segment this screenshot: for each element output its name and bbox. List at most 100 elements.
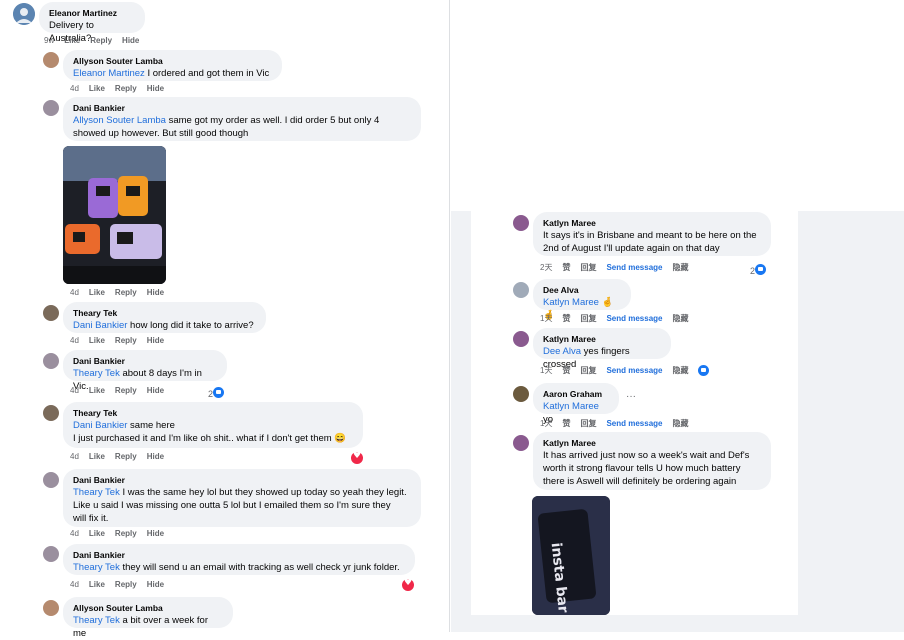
avatar[interactable]: [513, 435, 529, 451]
like-button[interactable]: 赞: [562, 366, 570, 375]
like-button[interactable]: Like: [89, 580, 105, 589]
hide-button[interactable]: Hide: [147, 452, 164, 461]
reply-button[interactable]: Reply: [115, 288, 137, 297]
comment-time[interactable]: 1天: [540, 419, 552, 428]
reaction-count[interactable]: 2: [208, 384, 225, 402]
hide-button[interactable]: Hide: [147, 336, 164, 345]
love-reaction[interactable]: [402, 578, 414, 596]
reply-button[interactable]: 回复: [580, 263, 596, 272]
comment-author[interactable]: Dani Bankier: [73, 355, 217, 367]
reply-button[interactable]: Reply: [115, 336, 137, 345]
comment-time[interactable]: 4d: [70, 580, 79, 589]
comment-mention[interactable]: Dani Bankier: [73, 320, 127, 331]
avatar[interactable]: [513, 215, 529, 231]
reply-button[interactable]: 回复: [580, 419, 596, 428]
comment-mention[interactable]: Katlyn Maree: [543, 401, 599, 412]
hide-button[interactable]: Hide: [147, 580, 164, 589]
hide-button[interactable]: 隐藏: [672, 419, 688, 428]
comment-mention[interactable]: Allyson Souter Lamba: [73, 115, 166, 126]
avatar[interactable]: [513, 331, 529, 347]
reply-button[interactable]: Reply: [115, 84, 137, 93]
comment-mention[interactable]: Dani Bankier: [73, 420, 127, 431]
comment-time[interactable]: 4d: [70, 529, 79, 538]
reply-button[interactable]: Reply: [115, 580, 137, 589]
comment-time[interactable]: 2天: [540, 263, 552, 272]
like-button[interactable]: Like: [89, 452, 105, 461]
hide-button[interactable]: 隐藏: [672, 366, 688, 375]
avatar[interactable]: [13, 3, 35, 25]
send-message-button[interactable]: Send message: [606, 263, 662, 272]
send-message-button[interactable]: Send message: [606, 366, 662, 375]
avatar[interactable]: [43, 600, 59, 616]
like-button[interactable]: 赞: [562, 263, 570, 272]
reply-button[interactable]: Reply: [115, 386, 137, 395]
hide-button[interactable]: Hide: [122, 36, 139, 45]
hide-button[interactable]: Hide: [147, 84, 164, 93]
love-reaction[interactable]: [351, 451, 363, 469]
like-button[interactable]: Like: [89, 336, 105, 345]
comment-author[interactable]: Dee Alva: [543, 284, 621, 296]
comment-time[interactable]: 1天: [540, 366, 552, 375]
reply-button[interactable]: 回复: [580, 314, 596, 323]
comment-mention[interactable]: Dee Alva: [543, 346, 581, 357]
send-message-button[interactable]: Send message: [606, 419, 662, 428]
more-options-icon[interactable]: ···: [626, 391, 636, 402]
avatar[interactable]: [513, 282, 529, 298]
comment-author[interactable]: Dani Bankier: [73, 549, 405, 561]
like-button[interactable]: Like: [64, 36, 80, 45]
comment-time[interactable]: 4d: [70, 386, 79, 395]
comment-author[interactable]: Dani Bankier: [73, 474, 411, 486]
avatar[interactable]: [43, 305, 59, 321]
comment-author[interactable]: Allyson Souter Lamba: [73, 602, 223, 614]
comment-time[interactable]: 1天: [540, 314, 552, 323]
comment-mention[interactable]: Theary Tek: [73, 615, 120, 626]
comment-time[interactable]: 4d: [70, 84, 79, 93]
avatar[interactable]: [513, 386, 529, 402]
hide-button[interactable]: Hide: [147, 288, 164, 297]
avatar[interactable]: [43, 353, 59, 369]
comment-photo[interactable]: [63, 146, 166, 284]
hide-button[interactable]: 隐藏: [672, 263, 688, 272]
like-button[interactable]: 赞: [562, 314, 570, 323]
like-button[interactable]: Like: [89, 386, 105, 395]
reply-button[interactable]: Reply: [115, 529, 137, 538]
like-reaction-icon[interactable]: [698, 365, 710, 377]
comment-time[interactable]: 4d: [70, 336, 79, 345]
like-button[interactable]: Like: [89, 288, 105, 297]
reply-button[interactable]: Reply: [115, 452, 137, 461]
reply-button[interactable]: Reply: [90, 36, 112, 45]
like-button[interactable]: 赞: [562, 419, 570, 428]
comment-author[interactable]: Eleanor Martinez: [49, 7, 135, 19]
avatar[interactable]: [43, 546, 59, 562]
send-message-button[interactable]: Send message: [606, 314, 662, 323]
comment-author[interactable]: Katlyn Maree: [543, 217, 761, 229]
avatar[interactable]: [43, 100, 59, 116]
comment-time[interactable]: 9w: [44, 36, 54, 45]
like-button[interactable]: Like: [89, 529, 105, 538]
comment-mention[interactable]: Katlyn Maree: [543, 297, 599, 308]
comment-author[interactable]: Theary Tek: [73, 307, 256, 319]
comment-author[interactable]: Dani Bankier: [73, 102, 411, 114]
hide-button[interactable]: Hide: [147, 529, 164, 538]
comment-mention[interactable]: Theary Tek: [73, 562, 120, 573]
comment-bubble: Dani Bankier Theary Tek they will send u…: [63, 544, 415, 575]
reply-button[interactable]: 回复: [580, 366, 596, 375]
hide-button[interactable]: 隐藏: [672, 314, 688, 323]
hide-button[interactable]: Hide: [147, 386, 164, 395]
like-button[interactable]: Like: [89, 84, 105, 93]
avatar[interactable]: [43, 52, 59, 68]
comment-author[interactable]: Katlyn Maree: [543, 333, 661, 345]
comment-mention[interactable]: Eleanor Martinez: [73, 68, 145, 79]
comment-time[interactable]: 4d: [70, 288, 79, 297]
avatar[interactable]: [43, 472, 59, 488]
comment-time[interactable]: 4d: [70, 452, 79, 461]
reaction-count[interactable]: 2: [750, 261, 767, 279]
comment-author[interactable]: Allyson Souter Lamba: [73, 55, 272, 67]
comment-mention[interactable]: Theary Tek: [73, 487, 120, 498]
comment-author[interactable]: Katlyn Maree: [543, 437, 761, 449]
comment-mention[interactable]: Theary Tek: [73, 368, 120, 379]
comment-author[interactable]: Aaron Graham: [543, 388, 609, 400]
avatar[interactable]: [43, 405, 59, 421]
comment-photo[interactable]: insta bar: [532, 496, 610, 615]
comment-author[interactable]: Theary Tek: [73, 407, 353, 419]
